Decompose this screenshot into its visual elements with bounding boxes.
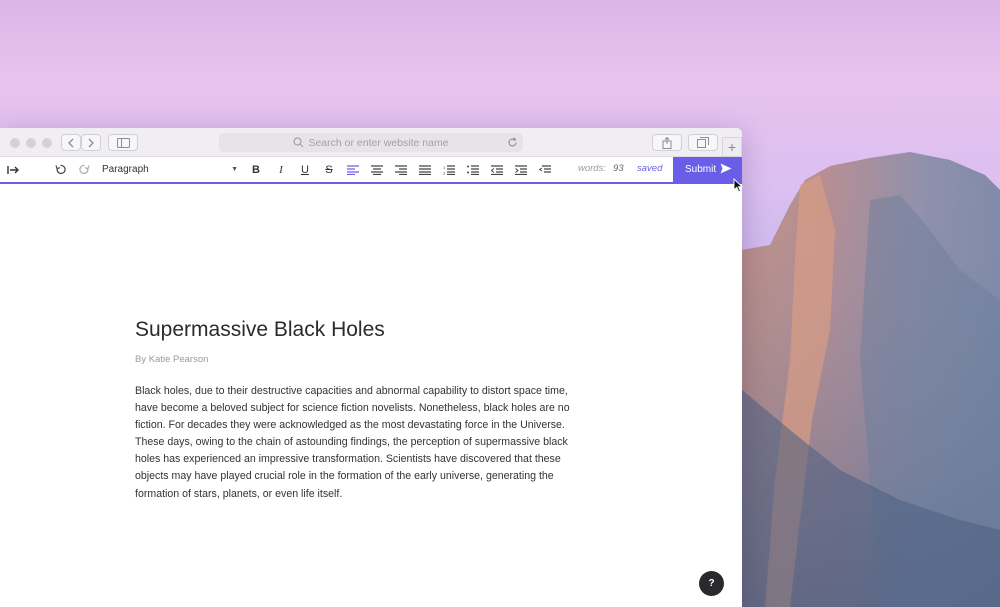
share-icon	[662, 136, 672, 149]
document-title[interactable]: Supermassive Black Holes	[135, 318, 385, 342]
mouse-cursor-icon	[733, 178, 743, 193]
strikethrough-button[interactable]: S	[322, 157, 336, 182]
outdent-icon	[491, 164, 503, 175]
text-direction-icon	[539, 164, 551, 173]
address-placeholder: Search or enter website name	[308, 136, 449, 149]
ordered-list-icon: 12	[443, 165, 455, 175]
bullet-list-icon	[467, 164, 479, 175]
send-icon	[720, 163, 732, 174]
bold-icon: B	[252, 163, 260, 176]
zoom-window-button[interactable]	[42, 138, 52, 148]
italic-icon: I	[279, 163, 283, 176]
ordered-list-button[interactable]: 12	[442, 157, 456, 182]
tabs-overview-button[interactable]	[688, 134, 718, 151]
align-right-icon	[395, 164, 407, 175]
indent-icon	[515, 164, 527, 175]
italic-button[interactable]: I	[274, 157, 288, 182]
rtl-direction-button[interactable]	[538, 157, 552, 182]
bullet-list-button[interactable]	[466, 157, 480, 182]
document-author: By Katie Pearson	[135, 354, 209, 365]
chevron-left-icon	[68, 138, 74, 147]
undo-button[interactable]	[52, 157, 68, 182]
share-button[interactable]	[652, 134, 682, 151]
browser-window: Search or enter website name Paragraph ▼…	[0, 128, 742, 607]
redo-icon	[78, 164, 90, 175]
word-count-label: words:	[578, 163, 606, 174]
chevron-right-icon	[88, 138, 94, 147]
word-count-value: 93	[613, 163, 624, 174]
submit-label: Submit	[685, 164, 717, 175]
strikethrough-icon: S	[325, 163, 333, 176]
new-tab-button[interactable]: +	[722, 137, 742, 157]
save-status: saved	[637, 163, 663, 174]
underline-icon: U	[301, 163, 309, 176]
close-window-button[interactable]	[10, 138, 20, 148]
caret-down-icon: ▼	[231, 166, 238, 173]
back-button[interactable]	[61, 134, 81, 151]
align-left-icon	[347, 164, 359, 175]
align-justify-icon	[419, 164, 431, 175]
tabs-icon	[697, 137, 709, 148]
align-center-button[interactable]	[370, 157, 384, 182]
redo-button[interactable]	[76, 157, 92, 182]
reload-icon[interactable]	[507, 137, 518, 148]
svg-text:1: 1	[443, 165, 446, 170]
block-format-value: Paragraph	[102, 164, 149, 175]
align-center-icon	[371, 164, 383, 175]
block-format-select[interactable]: Paragraph ▼	[102, 157, 238, 182]
indent-button[interactable]	[514, 157, 528, 182]
forward-button[interactable]	[81, 134, 101, 151]
align-right-button[interactable]	[394, 157, 408, 182]
arrow-to-right-bar-icon	[6, 165, 19, 174]
editor-toolbar: Paragraph ▼ B I U S 12 words: 93 saved S…	[0, 157, 742, 184]
bold-button[interactable]: B	[249, 157, 263, 182]
address-bar[interactable]: Search or enter website name	[219, 133, 523, 152]
sidebar-icon	[116, 137, 130, 148]
minimize-window-button[interactable]	[26, 138, 36, 148]
browser-titlebar: Search or enter website name	[0, 128, 742, 157]
align-justify-button[interactable]	[418, 157, 432, 182]
outdent-button[interactable]	[490, 157, 504, 182]
collapse-toolbar-button[interactable]	[4, 157, 22, 182]
undo-icon	[54, 164, 66, 175]
svg-text:2: 2	[443, 170, 446, 175]
search-icon	[293, 137, 304, 148]
help-button[interactable]: ?	[699, 571, 724, 596]
submit-button[interactable]: Submit	[673, 157, 742, 182]
align-left-button[interactable]	[346, 157, 360, 182]
sidebar-toggle-button[interactable]	[108, 134, 138, 151]
document-body[interactable]: Black holes, due to their destructive ca…	[135, 383, 590, 503]
underline-button[interactable]: U	[298, 157, 312, 182]
